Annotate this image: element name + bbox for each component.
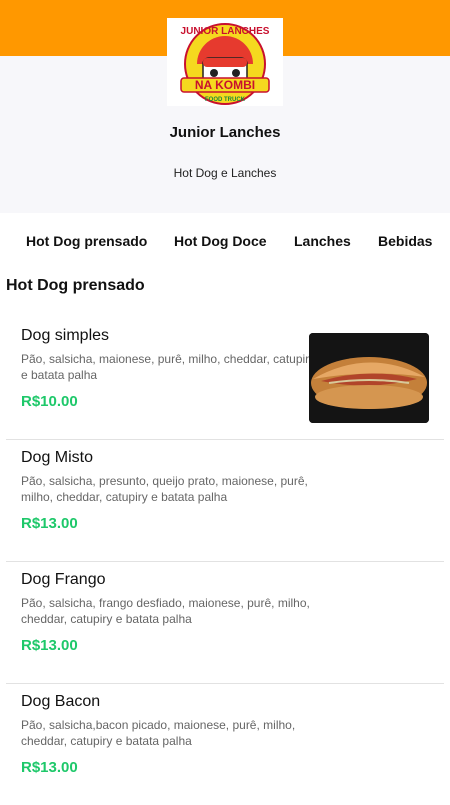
logo-subtitle: NA KOMBI: [195, 78, 255, 92]
store-description: Hot Dog e Lanches: [173, 166, 277, 180]
logo-title: JUNIOR LANCHES: [181, 26, 270, 37]
item-description: Pão, salsicha, presunto, queijo prato, m…: [21, 474, 308, 504]
item-description: Pão, salsicha, frango desfiado, maionese…: [21, 596, 310, 626]
item-description: Pão, salsicha,bacon picado, maionese, pu…: [21, 718, 296, 748]
hot-dog-photo: [309, 333, 429, 423]
menu-item-dog-frango[interactable]: Dog Frango Pão, salsicha, frango desfiad…: [6, 561, 444, 684]
item-description: Pão, salsicha, maionese, purê, milho, ch…: [21, 352, 316, 382]
tab-hot-dog-prensado[interactable]: Hot Dog prensado: [26, 233, 147, 249]
item-name: Dog Frango: [21, 571, 106, 588]
section-title: Hot Dog prensado: [6, 277, 145, 294]
item-name: Dog Misto: [21, 449, 94, 466]
item-price: R$10.00: [21, 393, 78, 410]
logo-tagline: FOOD TRUCK: [205, 97, 246, 103]
store-name: Junior Lanches: [169, 124, 281, 141]
item-price: R$13.00: [21, 515, 78, 532]
item-price: R$13.00: [21, 637, 78, 654]
item-price: R$13.00: [21, 759, 78, 776]
menu-item-dog-simples[interactable]: Dog simples Pão, salsicha, maionese, pur…: [6, 317, 444, 440]
tab-lanches[interactable]: Lanches: [294, 233, 351, 249]
item-name: Dog Bacon: [21, 693, 101, 710]
store-logo: JUNIOR LANCHES NA KOMBI FOOD TRUCK: [167, 18, 283, 106]
tab-bebidas[interactable]: Bebidas: [378, 233, 432, 249]
item-name: Dog simples: [21, 327, 110, 344]
tab-hot-dog-doce[interactable]: Hot Dog Doce: [174, 233, 267, 249]
menu-item-dog-misto[interactable]: Dog Misto Pão, salsicha, presunto, queij…: [6, 439, 444, 562]
category-tabs: Hot Dog prensado Hot Dog Doce Lanches Be…: [0, 213, 450, 271]
